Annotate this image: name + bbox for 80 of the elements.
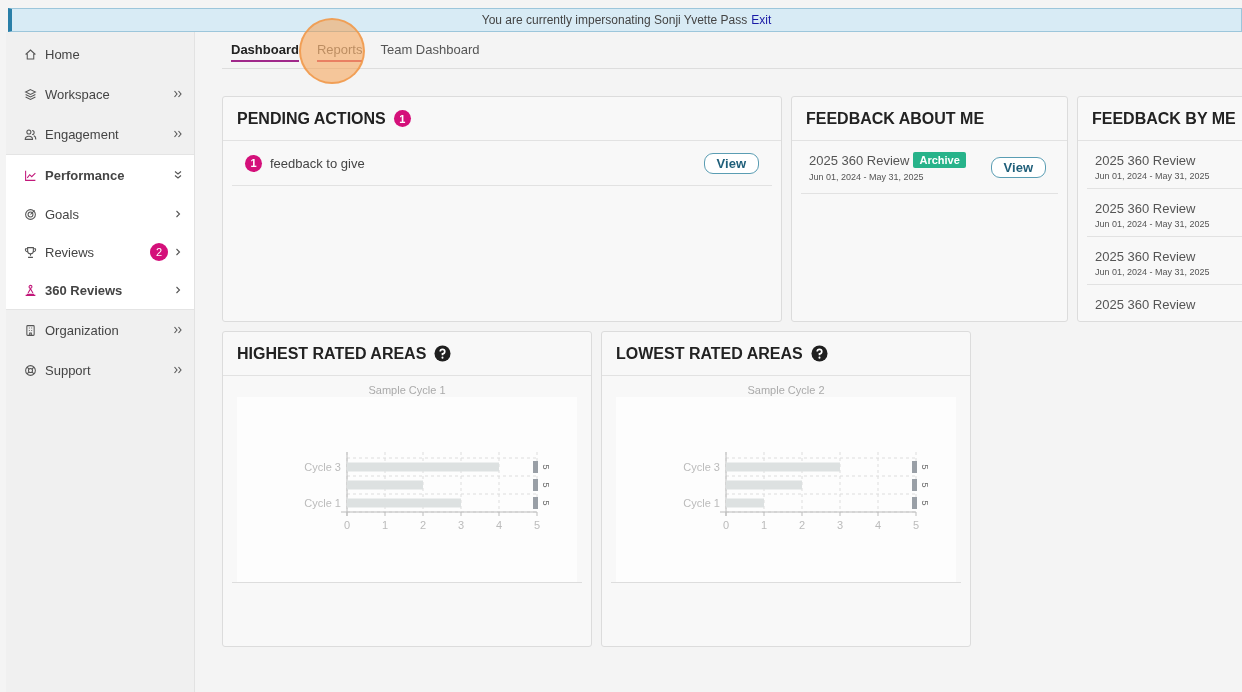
count-badge: 1 bbox=[393, 110, 411, 127]
axis-tick-label: 2 bbox=[798, 519, 806, 531]
review-name: 2025 360 Review bbox=[1095, 153, 1197, 168]
view-button[interactable]: View bbox=[703, 152, 759, 174]
value-marker bbox=[533, 479, 538, 491]
person-icon bbox=[24, 283, 37, 297]
card-title: PENDING ACTIONS bbox=[237, 109, 386, 128]
axis-tick-label: 3 bbox=[836, 519, 844, 531]
review-dates: Jun 01, 2024 - May 31, 2025 bbox=[1095, 171, 1211, 181]
chart-icon bbox=[24, 168, 37, 182]
view-button[interactable]: View bbox=[990, 156, 1046, 178]
value-label: 5 bbox=[541, 482, 551, 488]
nav-item[interactable]: 360 Reviews bbox=[6, 271, 194, 309]
value-marker bbox=[912, 479, 917, 491]
count-badge: 2 bbox=[150, 243, 168, 261]
banner-text: You are currently impersonating Sonji Yvette Pass bbox=[481, 13, 748, 27]
nav-item[interactable]: Workspace bbox=[6, 74, 194, 114]
axis-tick-label: 3 bbox=[457, 519, 465, 531]
nav-item[interactable]: Reviews 2 bbox=[6, 233, 194, 271]
category-label: Cycle 1 bbox=[683, 497, 720, 509]
nav-item[interactable]: Home bbox=[6, 34, 194, 74]
category-label: Cycle 3 bbox=[683, 461, 720, 473]
review-name: 2025 360 Review bbox=[1095, 249, 1197, 264]
exit-link[interactable]: Exit bbox=[751, 13, 772, 27]
nav-item[interactable]: Performance bbox=[6, 155, 194, 195]
value-label: 5 bbox=[541, 500, 551, 506]
tab[interactable]: Dashboard bbox=[231, 38, 299, 62]
axis-tick-label: 5 bbox=[533, 519, 541, 531]
review-dates: Jun 01, 2024 - May 31, 2025 bbox=[1095, 219, 1211, 229]
archive-tag: Archive bbox=[913, 152, 966, 168]
trophy-icon bbox=[24, 245, 37, 259]
double-chevron-right-icon bbox=[172, 128, 184, 140]
axis-tick-label: 4 bbox=[495, 519, 503, 531]
axis-tick-label: 4 bbox=[874, 519, 882, 531]
nav-item[interactable]: Engagement bbox=[6, 114, 194, 154]
count-badge: 1 bbox=[245, 154, 262, 172]
card-title: FEEDBACK BY ME bbox=[1092, 109, 1236, 128]
double-chevron-right-icon bbox=[172, 88, 184, 100]
axis-tick-label: 2 bbox=[419, 519, 427, 531]
value-label: 5 bbox=[920, 482, 930, 488]
chart-title: Sample Cycle 2 bbox=[747, 384, 825, 396]
lifebuoy-icon bbox=[24, 363, 37, 377]
value-marker bbox=[533, 497, 538, 509]
home-icon bbox=[24, 47, 37, 61]
value-label: 5 bbox=[920, 500, 930, 506]
category-label: Cycle 1 bbox=[304, 497, 341, 509]
double-chevron-right-icon bbox=[172, 324, 184, 336]
axis-tick-label: 0 bbox=[343, 519, 351, 531]
review-dates: Jun 01, 2024 - May 31, 2025 bbox=[809, 172, 925, 182]
help-icon bbox=[434, 345, 452, 362]
value-marker bbox=[533, 461, 538, 473]
double-chevron-right-icon bbox=[172, 364, 184, 376]
category-label: Cycle 3 bbox=[304, 461, 341, 473]
axis-tick-label: 1 bbox=[760, 519, 768, 531]
value-marker bbox=[912, 461, 917, 473]
building-icon bbox=[24, 323, 37, 337]
nav-item[interactable]: Organization bbox=[6, 310, 194, 350]
people-icon bbox=[24, 127, 37, 141]
chart-title: Sample Cycle 1 bbox=[368, 384, 446, 396]
review-name: 2025 360 Review bbox=[1095, 201, 1197, 216]
nav-item[interactable]: Goals bbox=[6, 195, 194, 233]
review-dates: Jun 01, 2024 - May 31, 2025 bbox=[1095, 267, 1211, 277]
tab[interactable]: Team Dashboard bbox=[380, 38, 480, 62]
layers-icon bbox=[24, 87, 37, 101]
axis-tick-label: 0 bbox=[722, 519, 730, 531]
axis-tick-label: 1 bbox=[381, 519, 389, 531]
card-title: LOWEST RATED AREAS bbox=[616, 344, 803, 363]
target-icon bbox=[24, 207, 37, 221]
card-title: FEEDBACK ABOUT ME bbox=[806, 109, 985, 128]
help-icon bbox=[810, 345, 828, 362]
action-label: feedback to give bbox=[270, 155, 366, 171]
value-marker bbox=[912, 497, 917, 509]
review-name: 2025 360 Review bbox=[1095, 297, 1197, 312]
card-title: HIGHEST RATED AREAS bbox=[237, 344, 427, 363]
axis-tick-label: 5 bbox=[912, 519, 920, 531]
value-label: 5 bbox=[920, 464, 930, 470]
double-chevron-down-icon bbox=[172, 169, 184, 181]
review-name: 2025 360 Review bbox=[809, 152, 910, 168]
value-label: 5 bbox=[541, 464, 551, 470]
nav-item[interactable]: Support bbox=[6, 350, 194, 390]
